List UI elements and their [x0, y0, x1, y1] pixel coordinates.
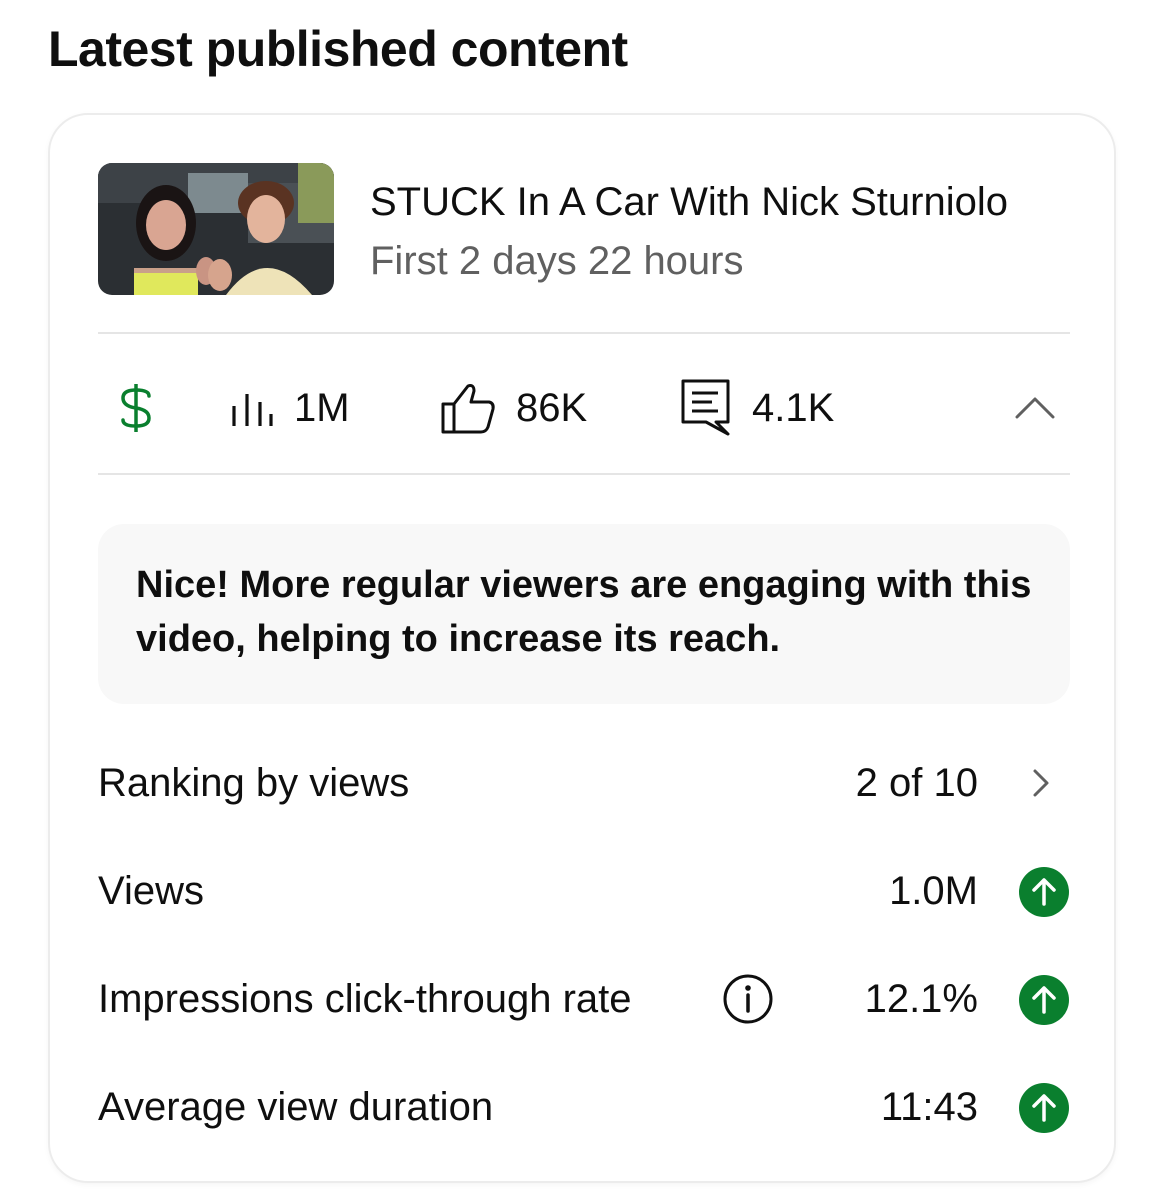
metric-label: Average view duration — [98, 1085, 494, 1129]
metric-value: 12.1% — [864, 977, 978, 1021]
trend-up-icon — [1019, 867, 1069, 917]
latest-content-card: STUCK In A Car With Nick Sturniolo First… — [48, 113, 1116, 1183]
thumbnail-image — [98, 163, 334, 295]
divider-top — [98, 332, 1070, 334]
metric-avg-duration: Average view duration 11:43 — [98, 1077, 1070, 1137]
chevron-right-icon — [1033, 769, 1049, 797]
metric-label: Views — [98, 869, 204, 913]
dollar-icon — [116, 380, 156, 436]
video-publish-age: First 2 days 22 hours — [370, 239, 744, 283]
trend-up-icon — [1019, 975, 1069, 1025]
info-button[interactable] — [722, 973, 774, 1025]
comments-count: 4.1K — [752, 385, 835, 430]
views-count: 1M — [294, 385, 350, 430]
metric-value: 11:43 — [880, 1085, 978, 1129]
monetization-status[interactable] — [116, 373, 156, 443]
views-stat[interactable]: 1M — [230, 373, 350, 443]
comments-stat[interactable]: 4.1K — [680, 373, 834, 443]
bar-chart-icon — [230, 388, 274, 428]
metric-value: 2 of 10 — [855, 761, 978, 805]
info-icon — [723, 974, 773, 1024]
metric-ranking[interactable]: Ranking by views 2 of 10 — [98, 753, 1070, 813]
video-title[interactable]: STUCK In A Car With Nick Sturniolo — [370, 179, 1008, 225]
section-title: Latest published content — [48, 21, 628, 77]
metric-label: Impressions click-through rate — [98, 977, 632, 1021]
likes-count: 86K — [516, 385, 588, 430]
chevron-up-icon — [1015, 397, 1055, 419]
divider-bottom — [98, 473, 1070, 475]
trend-up-icon — [1019, 1083, 1069, 1133]
thumbs-up-icon — [440, 382, 496, 434]
metric-views: Views 1.0M — [98, 861, 1070, 921]
comment-icon — [680, 378, 732, 438]
collapse-button[interactable] — [1010, 383, 1060, 433]
likes-stat[interactable]: 86K — [440, 373, 587, 443]
metric-ctr: Impressions click-through rate 12.1% — [98, 969, 1070, 1029]
metric-value: 1.0M — [889, 869, 978, 913]
video-thumbnail[interactable] — [98, 163, 334, 295]
metric-label: Ranking by views — [98, 761, 410, 805]
insight-note: Nice! More regular viewers are engaging … — [98, 524, 1070, 704]
